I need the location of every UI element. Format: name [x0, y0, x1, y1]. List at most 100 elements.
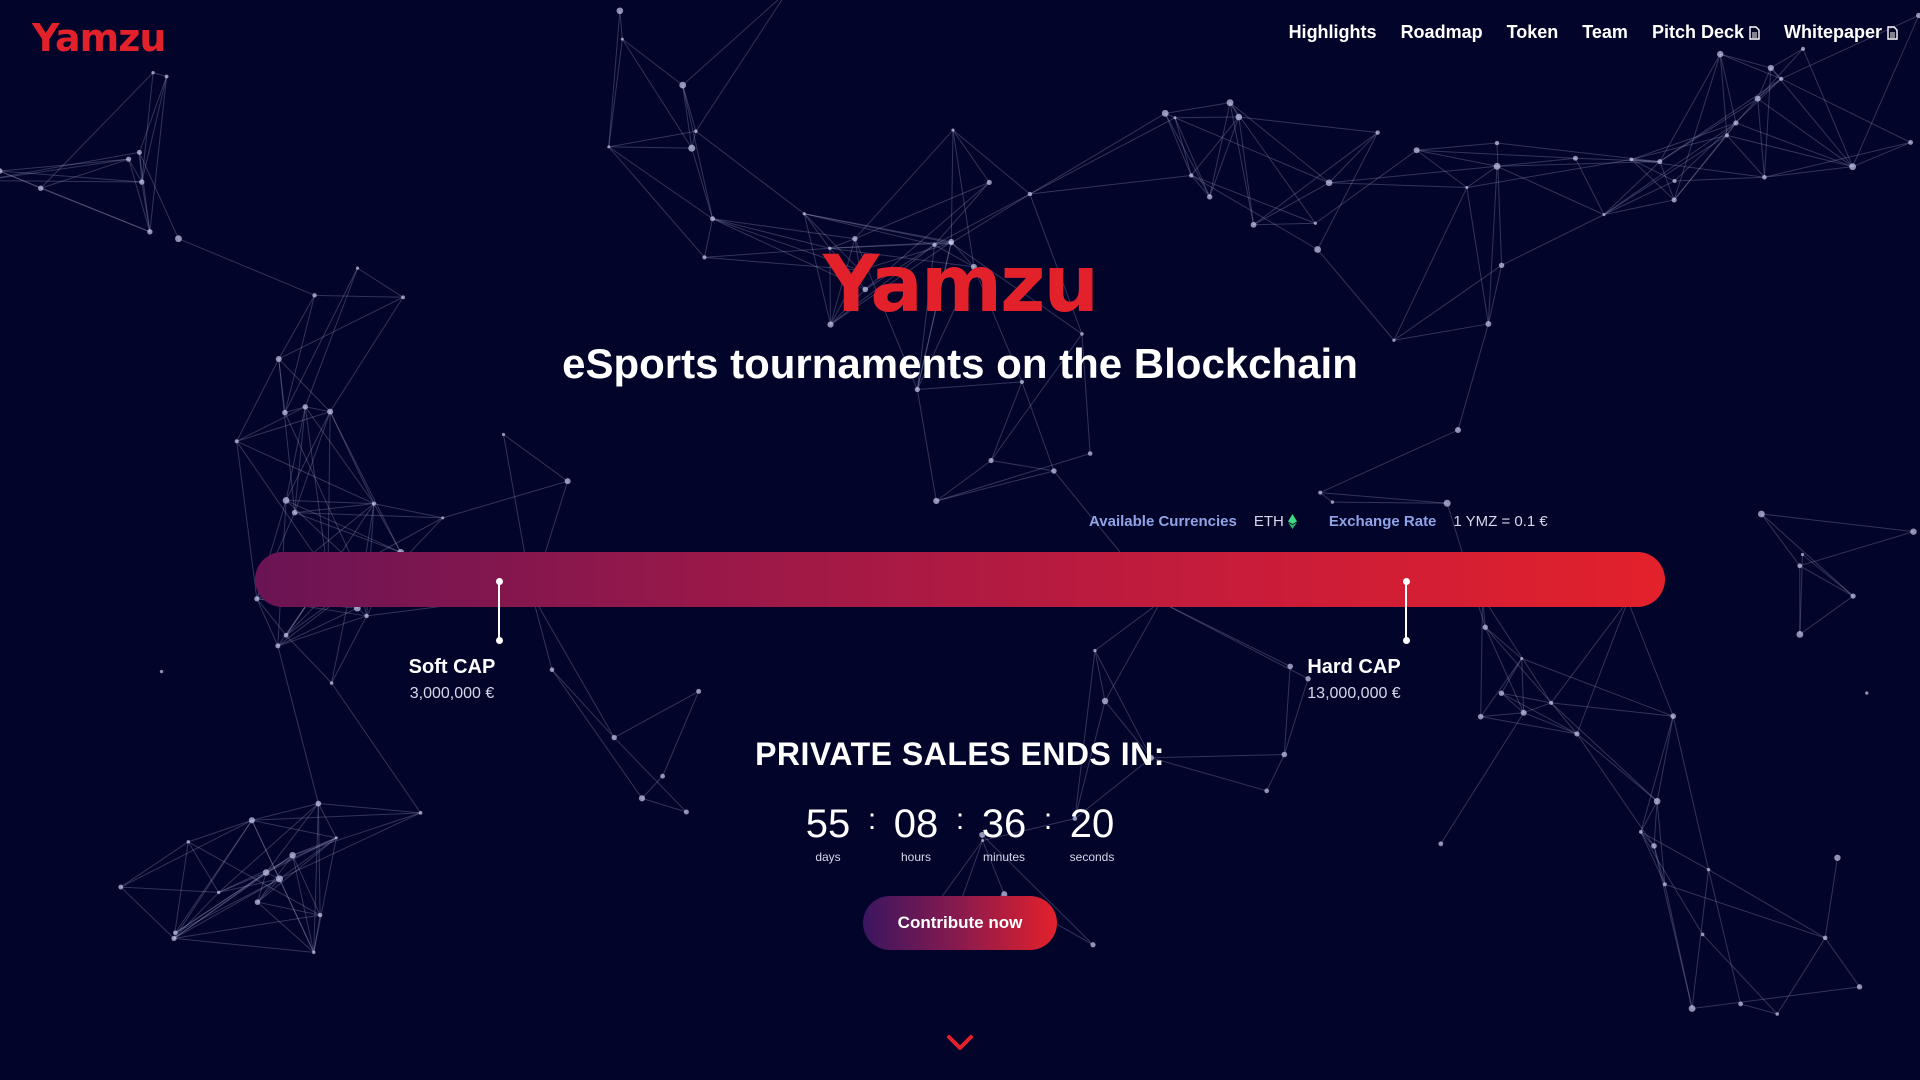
- network-node: [216, 890, 221, 895]
- network-node: [1800, 552, 1805, 557]
- nav-roadmap[interactable]: Roadmap: [1401, 22, 1483, 43]
- network-node: [988, 457, 994, 464]
- network-node: [616, 7, 624, 15]
- network-node: [1549, 700, 1554, 705]
- network-line: [173, 854, 293, 939]
- nav-whitepaper[interactable]: Whitepaper: [1784, 22, 1898, 43]
- network-line: [695, 0, 783, 132]
- countdown-minutes: 36 minutes: [968, 800, 1040, 864]
- nav-highlights[interactable]: Highlights: [1289, 22, 1377, 43]
- network-node: [1264, 788, 1270, 794]
- nav-token[interactable]: Token: [1507, 22, 1559, 43]
- network-node: [607, 145, 611, 149]
- network-node: [1602, 213, 1606, 217]
- network-line: [1631, 122, 1737, 160]
- network-line: [173, 937, 314, 953]
- network-line: [1500, 658, 1523, 694]
- network-node: [1482, 624, 1488, 630]
- network-node: [1688, 1005, 1696, 1012]
- countdown: 55 days : 08 hours : 36 minutes : 20 sec…: [0, 800, 1920, 864]
- network-node: [1724, 133, 1730, 138]
- network-line: [1480, 716, 1578, 735]
- network-line: [1416, 149, 1576, 159]
- hard-cap: Hard CAP 13,000,000 €: [1302, 656, 1406, 703]
- network-node: [1733, 120, 1739, 126]
- chevron-down-icon[interactable]: [945, 1032, 975, 1054]
- network-line: [152, 72, 167, 78]
- network-line: [1763, 67, 1772, 178]
- network-line: [1523, 712, 1578, 735]
- network-line: [503, 434, 568, 482]
- network-line: [141, 76, 168, 183]
- nav-label: Highlights: [1288, 22, 1377, 42]
- hard-cap-amount: 13,000,000 €: [1307, 685, 1401, 702]
- network-line: [990, 381, 1023, 461]
- network-line: [1174, 117, 1211, 198]
- countdown-separator: :: [867, 803, 877, 836]
- network-line: [1781, 78, 1911, 143]
- sale-info: Available Currencies ETH Exchange Rate 1…: [1089, 513, 1548, 530]
- currencies-label: Available Currencies: [1089, 513, 1237, 530]
- network-line: [173, 878, 280, 939]
- network-node: [1910, 528, 1917, 535]
- header-logo[interactable]: Yamzu: [32, 14, 166, 62]
- network-node: [159, 669, 164, 674]
- network-line: [1328, 132, 1378, 184]
- currencies-value-wrap: ETH: [1254, 513, 1297, 530]
- network-line: [682, 84, 714, 219]
- network-node: [1850, 593, 1856, 599]
- network-line: [1653, 845, 1693, 1009]
- network-node: [802, 212, 806, 216]
- network-line: [1164, 113, 1211, 198]
- network-node: [254, 596, 260, 602]
- network-line: [682, 0, 779, 86]
- main-nav: Highlights Roadmap Token Team Pitch Deck…: [1289, 22, 1898, 43]
- network-node: [441, 516, 445, 520]
- network-node: [364, 613, 369, 619]
- network-line: [1631, 158, 1765, 178]
- network-line: [0, 158, 129, 179]
- hard-cap-title: Hard CAP: [1307, 656, 1401, 678]
- network-line: [329, 411, 375, 504]
- network-node: [234, 439, 239, 444]
- contribute-now-button[interactable]: Contribute now: [863, 896, 1057, 950]
- countdown-label: hours: [900, 850, 932, 864]
- network-line: [1229, 102, 1330, 184]
- network-line: [1761, 513, 1914, 533]
- network-line: [236, 411, 331, 442]
- network-line: [1482, 596, 1552, 704]
- network-node: [1051, 468, 1057, 474]
- network-node: [1754, 95, 1761, 102]
- network-node: [1572, 155, 1578, 161]
- network-node: [126, 156, 132, 162]
- network-line: [1190, 116, 1240, 176]
- network-line: [608, 10, 621, 147]
- network-line: [1708, 869, 1742, 1005]
- network-line: [257, 901, 321, 916]
- network-node: [147, 229, 153, 235]
- network-line: [1320, 429, 1459, 494]
- network-line: [641, 775, 663, 799]
- nav-pitch-deck[interactable]: Pitch Deck: [1652, 22, 1760, 43]
- network-node: [1454, 427, 1461, 434]
- network-line: [1484, 626, 1523, 659]
- document-icon: [1749, 25, 1760, 40]
- network-line: [1319, 492, 1333, 503]
- network-line: [257, 901, 315, 953]
- nav-team[interactable]: Team: [1582, 22, 1628, 43]
- network-node: [1226, 99, 1234, 107]
- network-node: [38, 185, 44, 191]
- network-line: [1029, 117, 1176, 195]
- network-line: [1320, 492, 1448, 504]
- network-line: [608, 146, 713, 220]
- network-line: [304, 406, 329, 575]
- network-line: [531, 594, 615, 738]
- exchange-label: Exchange Rate: [1328, 513, 1437, 530]
- network-line: [1576, 600, 1629, 735]
- network-node: [327, 408, 334, 415]
- network-node: [118, 884, 124, 890]
- countdown-label: days: [815, 850, 841, 864]
- network-line: [936, 453, 1091, 502]
- network-node: [1101, 697, 1109, 705]
- network-line: [294, 512, 401, 553]
